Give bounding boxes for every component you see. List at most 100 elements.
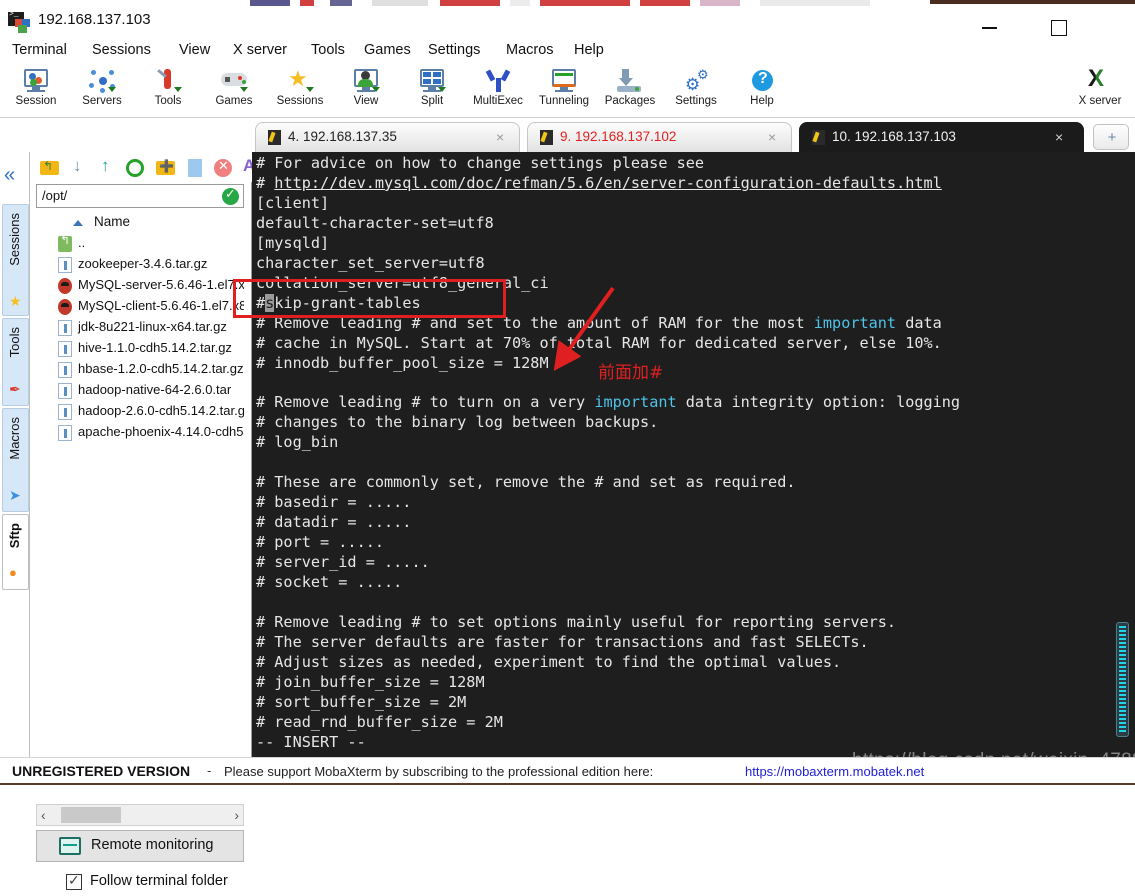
toolbar-button-label: Session — [15, 95, 57, 107]
refresh-icon[interactable] — [126, 158, 146, 177]
menu-help[interactable]: Help — [570, 41, 608, 59]
file-list-item[interactable]: hbase-1.2.0-cdh5.14.2.tar.gz — [36, 360, 244, 381]
upload-icon[interactable]: ↑ — [98, 156, 118, 177]
file-list-item[interactable]: MySQL-client-5.6.46-1.el7.x86 — [36, 297, 244, 318]
terminal-pane[interactable]: # For advice on how to change settings p… — [252, 152, 1135, 757]
file-name: hadoop-2.6.0-cdh5.14.2.tar.g — [78, 403, 244, 418]
terminal-line: character_set_server=utf8 — [256, 254, 1116, 274]
file-list-item[interactable]: MySQL-server-5.6.46-1.el7.x8 — [36, 276, 244, 297]
remote-monitoring-button[interactable]: Remote monitoring — [36, 830, 244, 862]
toolbar-servers-button[interactable]: Servers — [68, 66, 136, 116]
checkbox-icon[interactable] — [66, 872, 82, 890]
menu-tools[interactable]: Tools — [307, 41, 349, 59]
terminal-tab-3-active[interactable]: 10. 192.168.137.103 × — [799, 122, 1084, 152]
toolbar-session-button[interactable]: Session — [2, 66, 70, 116]
terminal-text-span: important — [594, 393, 677, 412]
terminal-text-span: # server_id = ..... — [256, 553, 430, 572]
scroll-right-icon[interactable]: › — [234, 807, 239, 823]
minimize-button[interactable] — [975, 16, 1005, 38]
check-icon[interactable] — [222, 186, 239, 205]
file-list-hscrollbar[interactable]: ‹ › — [36, 804, 244, 826]
sidebar-item-sessions[interactable]: Sessions ★ — [2, 204, 29, 316]
delete-icon[interactable]: ✕ — [214, 158, 234, 177]
sidebar-item-sftp[interactable]: Sftp ● — [2, 514, 29, 590]
terminal-text-span: # join_buffer_size = 128M — [256, 672, 485, 691]
new-file-icon[interactable] — [186, 158, 206, 177]
menu-view[interactable]: View — [175, 41, 214, 59]
file-list-item[interactable]: .. — [36, 234, 244, 255]
toolbar-tunneling-button[interactable]: Tunneling — [530, 66, 598, 116]
background-window-sliver — [0, 0, 1135, 8]
status-message: Please support MobaXterm by subscribing … — [224, 764, 654, 779]
go-up-folder-icon[interactable]: ↰ — [40, 158, 60, 177]
toolbar-button-label: X server — [1078, 95, 1122, 107]
terminal-text-span: # basedir = ..... — [256, 493, 412, 512]
terminal-text-span: # Adjust sizes as needed, experiment to … — [256, 652, 842, 671]
menu-macros[interactable]: Macros — [502, 41, 558, 59]
terminal-tab-1[interactable]: 4. 192.168.137.35 × — [255, 122, 520, 152]
toolbar-settings-button[interactable]: ⚙ ⚙ Settings — [662, 66, 730, 116]
toolbar-multiexec-button[interactable]: MultiExec — [464, 66, 532, 116]
scrollbar-thumb[interactable] — [61, 807, 121, 823]
menu-x-server[interactable]: X server — [229, 41, 291, 59]
toolbar-x-server-button[interactable]: XX X server — [1066, 66, 1134, 116]
monitor-graph-icon — [59, 837, 81, 855]
file-list-item[interactable]: zookeeper-3.4.6.tar.gz — [36, 255, 244, 276]
mobaxterm-link[interactable]: https://mobaxterm.mobatek.net — [745, 764, 924, 779]
follow-terminal-folder-checkbox[interactable]: Follow terminal folder — [36, 870, 244, 896]
terminal-text-span: # sort_buffer_size = 2M — [256, 692, 467, 711]
file-list-item[interactable]: apache-phoenix-4.14.0-cdh5. — [36, 423, 244, 444]
terminal-scrollbar[interactable] — [1116, 622, 1129, 737]
sidebar-item-macros[interactable]: Macros ➤ — [2, 408, 29, 512]
file-list-item[interactable]: hadoop-native-64-2.6.0.tar — [36, 381, 244, 402]
title-bar: 192.168.137.103 — [0, 8, 1135, 40]
tab-label: 9. 192.168.137.102 — [560, 129, 677, 144]
menu-sessions[interactable]: Sessions — [88, 41, 155, 59]
sftp-file-browser: ↰↓↑➕✕A /opt/ Name ..zookeeper-3.4.6.tar.… — [30, 152, 255, 890]
toolbar-view-button[interactable]: View — [332, 66, 400, 116]
new-folder-icon[interactable]: ➕ — [156, 158, 176, 177]
terminal-text-span: # Remove leading # to set options mainly… — [256, 612, 897, 631]
toolbar-button-label: Tools — [154, 95, 182, 107]
toolbar-button-label: Help — [750, 95, 774, 107]
path-field[interactable]: /opt/ — [36, 184, 244, 208]
tab-close-icon[interactable]: × — [768, 129, 776, 145]
terminal-text-span: # log_bin — [256, 433, 339, 452]
sort-ascending-icon[interactable] — [73, 220, 83, 226]
tab-close-icon[interactable]: × — [1055, 129, 1063, 145]
toolbar-packages-button[interactable]: Packages — [596, 66, 664, 116]
menu-games[interactable]: Games — [360, 41, 415, 59]
terminal-line: # log_bin — [256, 433, 1116, 453]
terminal-text-span: # The server defaults are faster for tra… — [256, 632, 869, 651]
toolbar-help-button[interactable]: ? Help — [728, 66, 796, 116]
terminal-line: # Remove leading # to turn on a very imp… — [256, 393, 1116, 413]
file-list-item[interactable]: hive-1.1.0-cdh5.14.2.tar.gz — [36, 339, 244, 360]
collapse-sidebar-icon[interactable]: « — [4, 165, 15, 185]
paper-plane-icon: ➤ — [9, 487, 21, 503]
scrollbar-thumb[interactable] — [1119, 626, 1126, 734]
toolbar-sessions-button[interactable]: ★ Sessions — [266, 66, 334, 116]
archive-file-icon — [58, 404, 72, 420]
toolbar-split-button[interactable]: Split — [398, 66, 466, 116]
toolbar-games-button[interactable]: Games — [200, 66, 268, 116]
menu-terminal[interactable]: Terminal — [8, 41, 71, 59]
sidebar-item-label: Sessions — [7, 213, 22, 266]
unregistered-version-label: UNREGISTERED VERSION — [12, 763, 191, 779]
new-tab-button[interactable]: + — [1093, 124, 1129, 150]
toolbar-tools-button[interactable]: Tools — [134, 66, 202, 116]
download-icon[interactable]: ↓ — [70, 156, 90, 177]
menu-settings[interactable]: Settings — [424, 41, 484, 59]
sidebar-item-tools[interactable]: Tools ✒ — [2, 318, 29, 406]
terminal-text-span: # These are commonly set, remove the # a… — [256, 473, 796, 492]
file-list[interactable]: .. zookeeper-3.4.6.tar.gz MySQL-server-5.6… — [36, 234, 244, 654]
file-list-item[interactable]: hadoop-2.6.0-cdh5.14.2.tar.g — [36, 402, 244, 423]
scroll-left-icon[interactable]: ‹ — [41, 807, 46, 823]
path-value: /opt/ — [42, 188, 68, 203]
toolbar-button-label: Tunneling — [538, 95, 590, 107]
terminal-line: # port = ..... — [256, 533, 1116, 553]
maximize-button[interactable] — [1043, 16, 1073, 38]
terminal-tab-2[interactable]: 9. 192.168.137.102 × — [527, 122, 792, 152]
archive-file-icon — [58, 257, 72, 273]
tab-close-icon[interactable]: × — [496, 129, 504, 145]
file-list-item[interactable]: jdk-8u221-linux-x64.tar.gz — [36, 318, 244, 339]
